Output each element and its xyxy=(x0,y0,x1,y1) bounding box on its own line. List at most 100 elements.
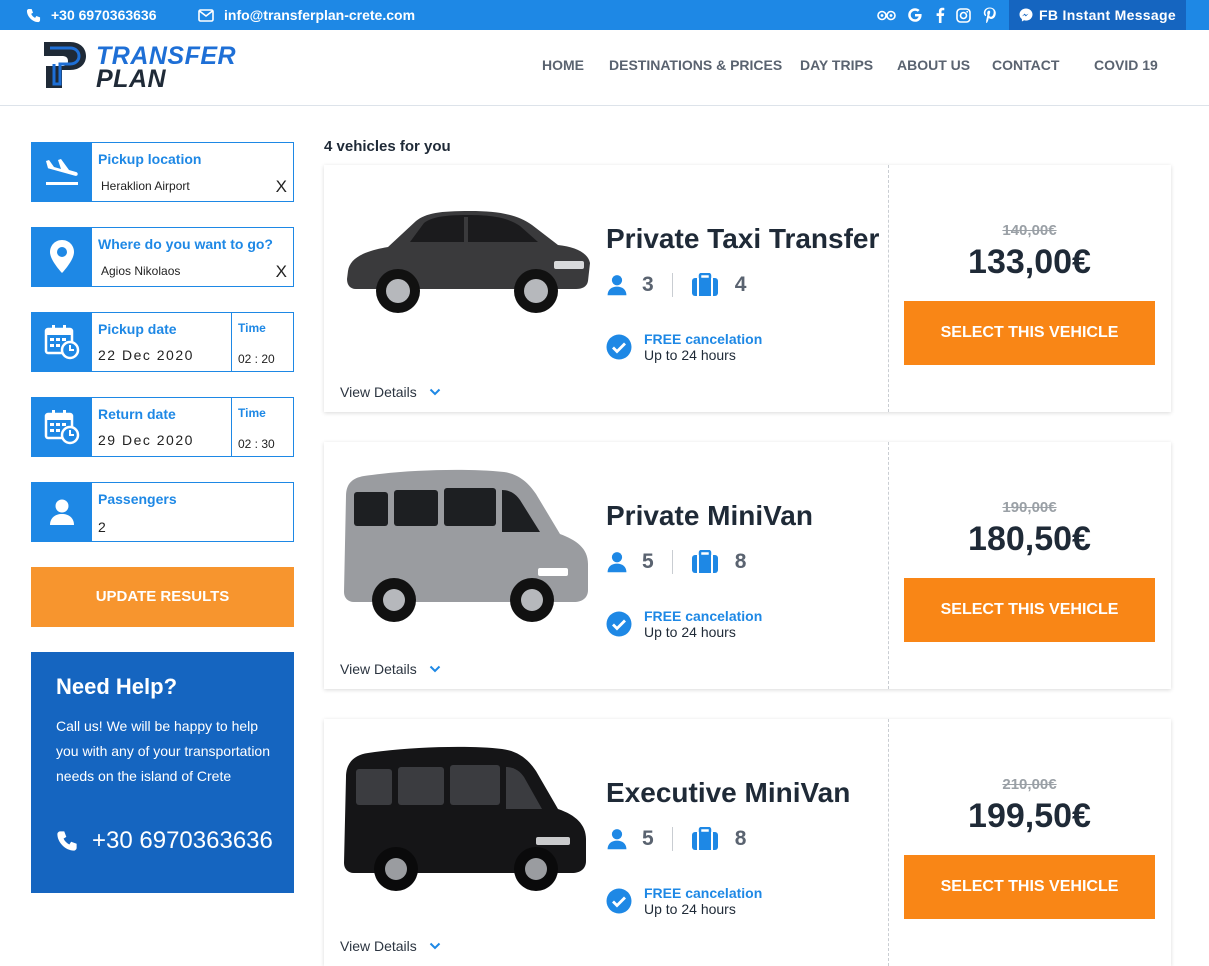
help-phone[interactable]: +30 6970363636 xyxy=(56,827,273,855)
cancelation-window: Up to 24 hours xyxy=(644,347,736,363)
nav-destinations[interactable]: DESTINATIONS & PRICES xyxy=(609,57,782,73)
pinterest-icon[interactable] xyxy=(983,0,996,30)
vehicle-image xyxy=(340,183,592,363)
plane-landing-icon xyxy=(32,143,92,201)
divider xyxy=(671,550,673,574)
update-results-button[interactable]: UPDATE RESULTS xyxy=(31,567,294,627)
calendar-clock-icon xyxy=(32,398,92,456)
envelope-icon xyxy=(198,8,214,22)
divider xyxy=(888,442,889,689)
luggage-count: 8 xyxy=(734,550,747,573)
select-vehicle-button[interactable]: SELECT THIS VEHICLE xyxy=(904,301,1155,365)
passenger-icon xyxy=(607,552,627,573)
pickup-date-value[interactable]: 22 Dec 2020 xyxy=(98,347,194,363)
free-cancelation: FREE cancelation Up to 24 hours xyxy=(606,885,762,917)
pickup-location-field[interactable]: Pickup location Heraklion Airport X xyxy=(31,142,294,202)
pickup-date-label: Pickup date xyxy=(98,321,177,337)
instagram-icon[interactable] xyxy=(956,0,971,30)
divider xyxy=(231,313,232,371)
old-price: 210,00€ xyxy=(1002,776,1057,793)
select-vehicle-button[interactable]: SELECT THIS VEHICLE xyxy=(904,855,1155,919)
vehicle-capacity: 3 4 xyxy=(606,271,746,299)
user-icon xyxy=(32,483,92,541)
check-circle-icon xyxy=(606,611,632,637)
select-vehicle-button[interactable]: SELECT THIS VEHICLE xyxy=(904,578,1155,642)
price: 199,50€ xyxy=(968,797,1091,835)
view-details-link[interactable]: View Details xyxy=(340,938,441,954)
divider xyxy=(888,165,889,412)
topbar-email-text: info@transferplan-crete.com xyxy=(224,7,416,23)
passenger-icon xyxy=(607,275,627,296)
facebook-icon[interactable] xyxy=(935,0,945,30)
price: 180,50€ xyxy=(968,520,1091,558)
top-bar: +30 6970363636 info@transferplan-crete.c… xyxy=(0,0,1209,30)
topbar-email[interactable]: info@transferplan-crete.com xyxy=(198,0,415,30)
nav-about-us[interactable]: ABOUT US xyxy=(897,57,970,73)
old-price: 190,00€ xyxy=(1002,499,1057,516)
divider xyxy=(671,273,673,297)
price: 133,00€ xyxy=(968,243,1091,281)
vehicle-capacity: 5 8 xyxy=(606,548,746,576)
topbar-phone-text: +30 6970363636 xyxy=(51,7,157,23)
destination-clear-button[interactable]: X xyxy=(276,262,287,282)
pickup-date-field[interactable]: Pickup date 22 Dec 2020 Time 02 : 20 xyxy=(31,312,294,372)
phone-icon xyxy=(57,831,77,851)
luggage-count: 8 xyxy=(734,827,747,850)
view-details-link[interactable]: View Details xyxy=(340,661,441,677)
google-icon[interactable] xyxy=(907,0,923,30)
tripadvisor-icon[interactable] xyxy=(877,0,896,30)
return-date-value[interactable]: 29 Dec 2020 xyxy=(98,432,194,448)
passengers-field[interactable]: Passengers 2 xyxy=(31,482,294,542)
destination-label: Where do you want to go? xyxy=(98,236,273,252)
view-details-link[interactable]: View Details xyxy=(340,384,441,400)
topbar-phone[interactable]: +30 6970363636 xyxy=(26,0,157,30)
passengers-value[interactable]: 2 xyxy=(98,519,106,535)
divider xyxy=(888,719,889,966)
luggage-icon xyxy=(691,273,718,296)
check-circle-icon xyxy=(606,888,632,914)
vehicle-card: Executive MiniVan 5 8 FREE cancelation U… xyxy=(324,719,1171,966)
nav-day-trips[interactable]: DAY TRIPS xyxy=(800,57,873,73)
passenger-icon xyxy=(607,829,627,850)
return-date-field[interactable]: Return date 29 Dec 2020 Time 02 : 30 xyxy=(31,397,294,457)
chevron-down-icon xyxy=(429,388,440,396)
chevron-down-icon xyxy=(429,942,440,950)
luggage-icon xyxy=(691,550,718,573)
nav-home[interactable]: HOME xyxy=(542,57,584,73)
destination-value[interactable]: Agios Nikolaos xyxy=(101,264,180,278)
luggage-count: 4 xyxy=(734,273,747,296)
fb-button-label: FB Instant Message xyxy=(1039,7,1176,23)
help-phone-number: +30 6970363636 xyxy=(92,827,273,854)
vehicle-name: Private MiniVan xyxy=(606,500,813,531)
nav-contact[interactable]: CONTACT xyxy=(992,57,1059,73)
pickup-time-label: Time xyxy=(238,321,266,335)
nav-covid[interactable]: COVID 19 xyxy=(1094,57,1158,73)
site-header: TRANSFER PLAN HOME DESTINATIONS & PRICES… xyxy=(0,30,1209,106)
help-box: Need Help? Call us! We will be happy to … xyxy=(31,652,294,893)
phone-icon xyxy=(26,8,41,22)
return-time-value[interactable]: 02 : 30 xyxy=(238,437,275,451)
passenger-count: 5 xyxy=(642,827,654,850)
return-date-label: Return date xyxy=(98,406,176,422)
pickup-time-value[interactable]: 02 : 20 xyxy=(238,352,275,366)
vehicle-name: Executive MiniVan xyxy=(606,777,851,808)
check-circle-icon xyxy=(606,334,632,360)
free-cancelation-title: FREE cancelation xyxy=(644,885,763,901)
cancelation-window: Up to 24 hours xyxy=(644,901,736,917)
pickup-location-value[interactable]: Heraklion Airport xyxy=(101,179,190,193)
passenger-count: 3 xyxy=(642,273,654,296)
free-cancelation-title: FREE cancelation xyxy=(644,331,763,347)
divider xyxy=(231,398,232,456)
pickup-location-label: Pickup location xyxy=(98,151,202,167)
free-cancelation: FREE cancelation Up to 24 hours xyxy=(606,608,762,640)
map-pin-icon xyxy=(32,228,92,286)
calendar-clock-icon xyxy=(32,313,92,371)
destination-field[interactable]: Where do you want to go? Agios Nikolaos … xyxy=(31,227,294,287)
vehicle-name: Private Taxi Transfer xyxy=(606,223,880,254)
help-title: Need Help? xyxy=(56,674,178,699)
results-count: 4 vehicles for you xyxy=(324,138,451,155)
view-details-label: View Details xyxy=(340,661,417,677)
fb-instant-message-button[interactable]: FB Instant Message xyxy=(1009,0,1186,30)
view-details-label: View Details xyxy=(340,384,417,400)
pickup-clear-button[interactable]: X xyxy=(276,177,287,197)
